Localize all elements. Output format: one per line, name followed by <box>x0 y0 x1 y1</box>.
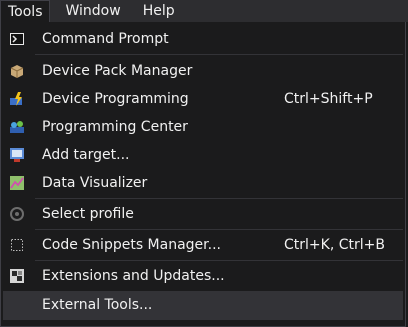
terminal-icon <box>9 31 25 47</box>
menu-separator <box>35 198 403 199</box>
extensions-icon <box>9 268 25 284</box>
menu-item-extensions-and-updates[interactable]: Extensions and Updates... <box>3 262 403 290</box>
menu-item-code-snippets-manager[interactable]: Code Snippets Manager... Ctrl+K, Ctrl+B <box>3 231 403 259</box>
package-icon <box>9 63 25 79</box>
menu-tools[interactable]: Tools <box>0 0 50 22</box>
menu-window[interactable]: Window <box>58 0 129 22</box>
menu-bar: Tools Window Help <box>0 0 408 22</box>
menu-item-label: Code Snippets Manager... <box>42 237 221 253</box>
menu-item-label: Add target... <box>42 147 130 163</box>
menu-item-label: Programming Center <box>42 119 188 135</box>
menu-item-add-target[interactable]: Add target... <box>3 141 403 169</box>
code-snippets-icon <box>9 237 25 253</box>
menu-item-label: Data Visualizer <box>42 175 148 191</box>
menu-separator <box>35 54 403 55</box>
menu-item-external-tools[interactable]: External Tools... <box>3 291 403 320</box>
data-visualizer-icon <box>9 175 25 191</box>
menu-separator <box>35 260 403 261</box>
menu-item-shortcut: Ctrl+K, Ctrl+B <box>284 237 385 253</box>
menu-item-select-profile[interactable]: Select profile <box>3 200 403 228</box>
menu-item-command-prompt[interactable]: Command Prompt <box>3 25 403 53</box>
select-profile-icon <box>9 206 25 222</box>
menu-item-label: Select profile <box>42 206 134 222</box>
programming-center-icon <box>9 119 25 135</box>
menu-item-label: Extensions and Updates... <box>42 268 225 284</box>
device-programming-icon <box>9 91 25 107</box>
menu-item-shortcut: Ctrl+Shift+P <box>284 91 373 107</box>
menu-item-device-pack-manager[interactable]: Device Pack Manager <box>3 57 403 85</box>
menu-item-label: Device Pack Manager <box>42 63 193 79</box>
add-target-icon <box>9 147 25 163</box>
menu-separator <box>35 229 403 230</box>
menu-item-device-programming[interactable]: Device Programming Ctrl+Shift+P <box>3 85 403 113</box>
menu-item-programming-center[interactable]: Programming Center <box>3 113 403 141</box>
menu-help[interactable]: Help <box>135 0 183 22</box>
menu-item-label: External Tools... <box>42 297 153 313</box>
tools-dropdown-menu: Command Prompt Device Pack Manager Devic… <box>0 22 406 327</box>
menu-item-data-visualizer[interactable]: Data Visualizer <box>3 169 403 197</box>
menu-item-label: Command Prompt <box>42 31 169 47</box>
menu-item-label: Device Programming <box>42 91 189 107</box>
